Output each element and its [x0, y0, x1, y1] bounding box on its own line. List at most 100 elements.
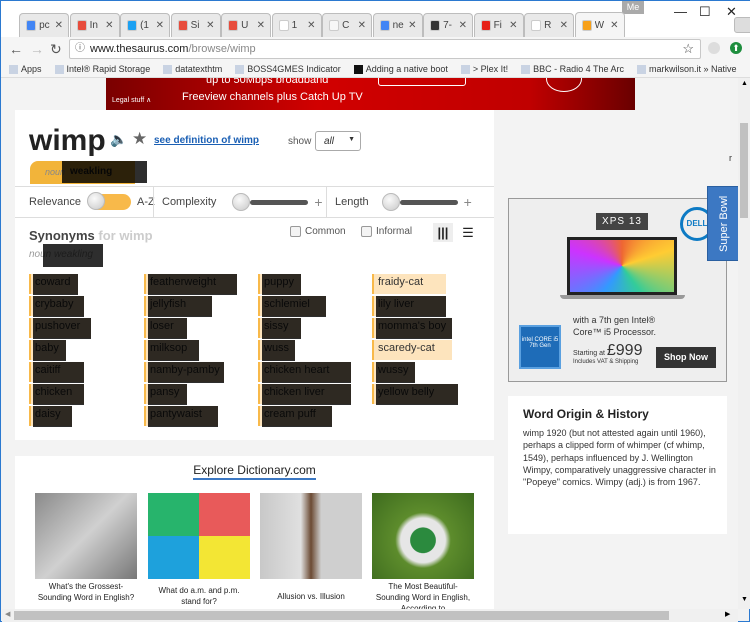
article-card[interactable]: The Most Beautiful-Sounding Word in Engl…: [372, 493, 474, 609]
browser-tab[interactable]: Si ✕: [170, 13, 221, 37]
vertical-scroll-thumb[interactable]: [740, 123, 748, 218]
article-caption[interactable]: What do a.m. and p.m. stand for?: [148, 585, 250, 607]
browser-tab[interactable]: In ✕: [69, 13, 120, 37]
redaction-mark: [262, 362, 351, 383]
length-slider[interactable]: Length +: [335, 187, 472, 217]
browser-tab[interactable]: 1 ✕: [271, 13, 322, 37]
article-caption[interactable]: What's the Grossest-Sounding Word in Eng…: [35, 581, 137, 603]
update-icon[interactable]: ⬆: [730, 42, 742, 54]
vertical-scrollbar[interactable]: ▲ ▼: [738, 78, 750, 609]
plus-icon[interactable]: +: [314, 194, 322, 210]
browser-tab[interactable]: 7- ✕: [423, 13, 473, 37]
maximize-button[interactable]: ☐: [699, 4, 711, 20]
address-bar[interactable]: ⓘ www.thesaurus.com/browse/wimp ☆: [69, 39, 701, 59]
sort-toggle[interactable]: Relevance A-Z: [29, 187, 155, 217]
browser-tab[interactable]: U ✕: [221, 13, 271, 37]
tab-title: U: [241, 20, 249, 31]
minimize-button[interactable]: —: [674, 4, 687, 19]
sort-switch[interactable]: [86, 192, 131, 210]
bookmark-item[interactable]: > Plex It!: [460, 64, 508, 74]
show-select[interactable]: all ▼: [315, 131, 361, 151]
close-tab-icon[interactable]: ✕: [459, 20, 467, 31]
browser-toolbar: ← → ↻ ⓘ www.thesaurus.com/browse/wimp ☆ …: [1, 37, 750, 61]
close-tab-icon[interactable]: ✕: [408, 20, 416, 31]
close-tab-icon[interactable]: ✕: [257, 20, 265, 31]
bookmark-star-icon[interactable]: ☆: [682, 40, 694, 58]
close-tab-icon[interactable]: ✕: [358, 20, 366, 31]
informal-filter[interactable]: Informal: [361, 226, 412, 237]
shop-now-button[interactable]: Shop Now: [656, 347, 716, 368]
info-icon[interactable]: ⓘ: [75, 40, 85, 58]
article-caption[interactable]: The Most Beautiful-Sounding Word in Engl…: [372, 581, 474, 609]
forward-button[interactable]: →: [30, 41, 44, 57]
bookmark-item[interactable]: BBC - Radio 4 The Arc: [521, 64, 624, 74]
bookmark-item[interactable]: BOSS4GMES Indicator: [235, 64, 341, 74]
article-image[interactable]: [260, 493, 362, 579]
article-card[interactable]: Allusion vs. Illusion: [260, 493, 362, 602]
browser-tab[interactable]: ne ✕: [372, 13, 423, 37]
close-tab-icon[interactable]: ✕: [206, 20, 214, 31]
synonyms-suffix: for wimp: [98, 228, 153, 243]
close-window-button[interactable]: ✕: [726, 4, 737, 20]
length-knob[interactable]: [381, 193, 400, 211]
horizontal-scroll-thumb[interactable]: [14, 611, 669, 620]
list-view-icon[interactable]: ☰: [458, 223, 478, 242]
browser-tab[interactable]: R ✕: [524, 13, 574, 37]
synonym-link[interactable]: fraidy-cat: [372, 274, 446, 294]
back-button[interactable]: ←: [9, 41, 23, 57]
favorite-star-icon[interactable]: ★: [132, 129, 147, 149]
switch-knob[interactable]: [86, 192, 105, 210]
informal-checkbox[interactable]: [361, 226, 372, 237]
banner-legal-link[interactable]: Legal stuff ∧: [112, 96, 151, 104]
banner-cta-button[interactable]: [378, 78, 466, 86]
laptop-image: [567, 237, 677, 295]
speaker-icon[interactable]: 🔈: [110, 131, 127, 148]
banner-logo-icon: [546, 78, 582, 92]
synonym-link[interactable]: scaredy-cat: [372, 340, 453, 360]
close-tab-icon[interactable]: ✕: [307, 20, 315, 31]
close-tab-icon[interactable]: ✕: [610, 20, 618, 31]
bookmark-item[interactable]: Intel® Rapid Storage: [54, 64, 150, 74]
scroll-down-icon[interactable]: ▼: [741, 596, 748, 603]
article-card[interactable]: What's the Grossest-Sounding Word in Eng…: [35, 493, 137, 603]
bookmark-item[interactable]: datatexthtm: [163, 64, 222, 74]
reload-button[interactable]: ↻: [50, 41, 62, 58]
close-tab-icon[interactable]: ✕: [560, 20, 568, 31]
super-bowl-tab[interactable]: Super Bowl: [707, 186, 739, 261]
explore-title-text[interactable]: Explore Dictionary.com: [193, 463, 316, 480]
close-tab-icon[interactable]: ✕: [156, 20, 164, 31]
article-caption[interactable]: Allusion vs. Illusion: [260, 591, 362, 602]
browser-tab[interactable]: pc ✕: [19, 13, 69, 37]
column-view-icon[interactable]: |||: [433, 223, 453, 242]
article-image[interactable]: [35, 493, 137, 579]
scroll-right-icon[interactable]: ▶: [725, 610, 730, 618]
article-image[interactable]: [372, 493, 474, 579]
close-tab-icon[interactable]: ✕: [509, 20, 517, 31]
complexity-knob[interactable]: [232, 193, 251, 211]
common-checkbox[interactable]: [290, 226, 301, 237]
bookmark-item[interactable]: Apps: [9, 64, 42, 74]
article-image[interactable]: [148, 493, 250, 579]
dell-ad[interactable]: XPS 13 DELL with a 7th gen Intel® Core™ i…: [508, 198, 727, 382]
browser-tab[interactable]: C ✕: [322, 13, 372, 37]
ad-banner[interactable]: up to 50Mbps broadband Freeview channels…: [106, 78, 635, 110]
article-card[interactable]: What do a.m. and p.m. stand for?: [148, 493, 250, 607]
length-track[interactable]: [399, 199, 458, 205]
definition-link[interactable]: see definition of wimp: [154, 135, 259, 146]
extension-icon[interactable]: [708, 42, 720, 54]
profile-button[interactable]: Me: [622, 1, 644, 14]
scroll-up-icon[interactable]: ▲: [741, 80, 748, 87]
browser-tab[interactable]: W ✕: [574, 12, 625, 38]
bookmark-item[interactable]: Adding a native boot: [353, 64, 448, 74]
complexity-track[interactable]: [250, 199, 309, 205]
browser-tab[interactable]: (1 ✕: [120, 13, 170, 37]
bookmark-item[interactable]: markwilson.it » Native: [637, 64, 737, 74]
complexity-slider[interactable]: Complexity +: [162, 187, 323, 217]
common-filter[interactable]: Common: [290, 226, 346, 237]
plus-icon[interactable]: +: [464, 194, 472, 210]
browser-tab[interactable]: Fi ✕: [473, 13, 524, 37]
close-tab-icon[interactable]: ✕: [105, 20, 113, 31]
close-tab-icon[interactable]: ✕: [55, 20, 63, 31]
horizontal-scrollbar[interactable]: ◀ ▶: [2, 609, 738, 622]
scroll-left-icon[interactable]: ◀: [5, 610, 10, 618]
